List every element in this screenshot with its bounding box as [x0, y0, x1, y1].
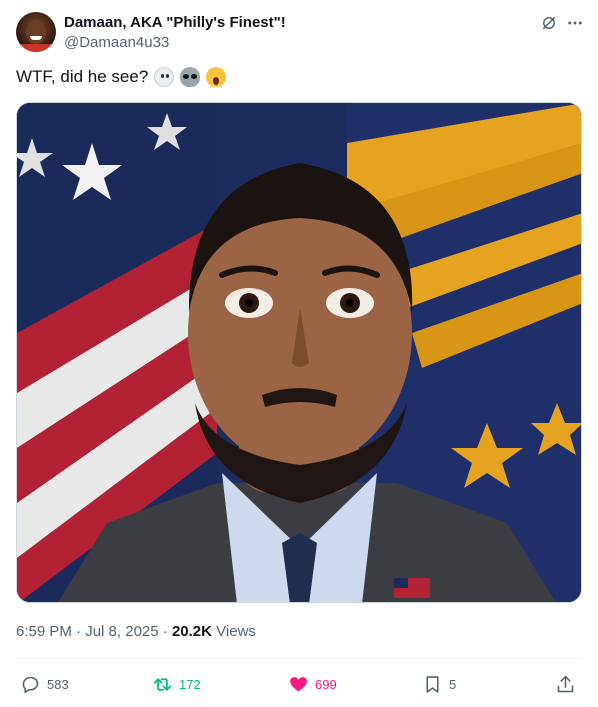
ghost-emoji-icon: [154, 67, 175, 87]
bookmark-count: 5: [449, 676, 457, 692]
reply-button[interactable]: 583: [20, 671, 69, 697]
heart-icon: [290, 676, 307, 691]
tweet-actions: 583 172 699 5: [16, 671, 582, 697]
author-display-name[interactable]: Damaan, AKA "Philly's Finest"!: [64, 14, 286, 31]
views-count: 20.2K: [171, 623, 212, 640]
retweet-count: 172: [179, 676, 201, 692]
more-icon[interactable]: [566, 14, 584, 32]
divider: [16, 658, 582, 659]
share-button[interactable]: [555, 671, 576, 697]
tweet-text-body: WTF, did he see?: [16, 67, 149, 86]
retweet-icon: [153, 677, 172, 691]
like-button[interactable]: 699: [288, 671, 337, 697]
grok-icon[interactable]: [540, 14, 558, 32]
share-icon: [557, 675, 574, 692]
screaming-face-emoji-icon: [206, 67, 227, 87]
avatar[interactable]: [16, 12, 56, 52]
tweet-time[interactable]: 6:59 PM: [16, 623, 72, 640]
bookmark-icon: [426, 675, 439, 693]
meta-separator: ·: [162, 623, 168, 640]
alien-emoji-icon: [180, 67, 201, 87]
like-count: 699: [315, 676, 337, 692]
tweet-meta: 6:59 PM · Jul 8, 2025 · 20.2K Views: [16, 623, 256, 640]
bookmark-button[interactable]: 5: [422, 671, 456, 697]
reply-icon: [22, 676, 39, 693]
tweet-text: WTF, did he see?: [16, 67, 227, 87]
meta-separator: ·: [76, 623, 82, 640]
tweet-photo[interactable]: [16, 102, 582, 603]
retweet-button[interactable]: 172: [152, 671, 201, 697]
photo-illustration: [17, 103, 581, 602]
tweet-date[interactable]: Jul 8, 2025: [85, 623, 158, 640]
tweet-header: Damaan, AKA "Philly's Finest"! @Damaan4u…: [16, 12, 584, 56]
author-handle[interactable]: @Damaan4u33: [64, 34, 169, 51]
views-label: Views: [216, 623, 256, 640]
reply-count: 583: [47, 676, 69, 692]
